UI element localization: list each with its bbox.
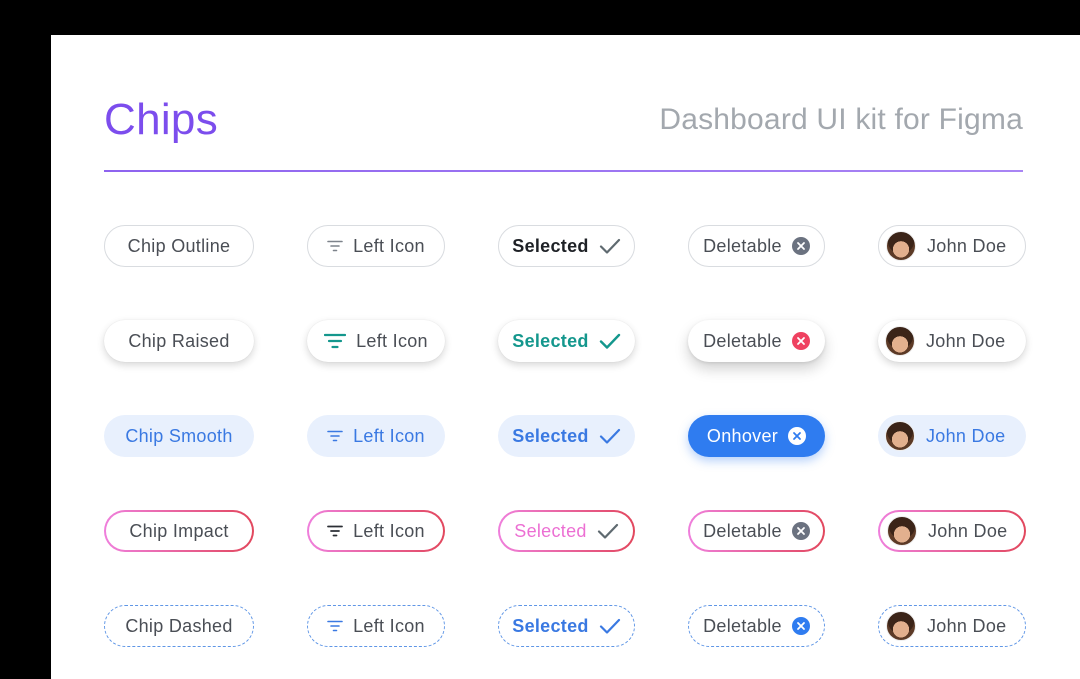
chip-deletable-outline[interactable]: Deletable — [688, 225, 825, 267]
chip-deletable-dashed[interactable]: Deletable — [688, 605, 825, 647]
chip-user-raised[interactable]: John Doe — [878, 320, 1026, 362]
check-icon — [597, 523, 618, 539]
chip-user-impact[interactable]: John Doe — [878, 510, 1026, 552]
filter-icon — [327, 525, 344, 537]
chip-label: Chip Impact — [129, 521, 229, 541]
chip-label: Chip Dashed — [125, 616, 233, 636]
chip-deletable-raised[interactable]: Deletable — [688, 320, 825, 362]
page-subtitle: Dashboard UI kit for Figma — [659, 103, 1023, 136]
chip-label: Selected — [514, 521, 587, 541]
chip-deletable-impact[interactable]: Deletable — [688, 510, 825, 552]
filter-icon — [327, 430, 343, 442]
chip-label: Deletable — [703, 616, 782, 636]
chip-label: Left Icon — [356, 331, 428, 351]
chip-left-icon-outline[interactable]: Left Icon — [307, 225, 445, 267]
chip-label: Deletable — [703, 331, 782, 351]
avatar — [885, 421, 915, 451]
header-divider — [104, 170, 1023, 172]
close-circle-icon[interactable] — [791, 522, 810, 540]
chip-label: Selected — [512, 236, 589, 256]
filter-icon — [327, 620, 343, 632]
chip-label: Left Icon — [353, 236, 425, 256]
check-icon — [599, 238, 620, 254]
chip-deletable-onhover[interactable]: Onhover — [688, 415, 825, 457]
chip-left-icon-impact[interactable]: Left Icon — [307, 510, 445, 552]
chips-sheet: Chips Dashboard UI kit for Figma Chip Ou… — [51, 35, 1080, 679]
chip-label: Deletable — [703, 521, 782, 541]
avatar — [887, 516, 917, 546]
close-circle-icon[interactable] — [788, 427, 807, 445]
chip-left-icon-dashed[interactable]: Left Icon — [307, 605, 445, 647]
chip-label: Left Icon — [353, 521, 425, 541]
chip-left-icon-raised[interactable]: Left Icon — [307, 320, 445, 362]
filter-icon — [324, 333, 347, 349]
chip-label: John Doe — [926, 426, 1006, 446]
avatar — [886, 611, 916, 641]
chip-smooth[interactable]: Chip Smooth — [104, 415, 254, 457]
chip-label: Onhover — [706, 426, 779, 446]
chip-user-outline[interactable]: John Doe — [878, 225, 1026, 267]
check-icon — [599, 618, 620, 634]
close-circle-icon[interactable] — [791, 237, 810, 255]
chip-selected-impact[interactable]: Selected — [498, 510, 635, 552]
page-title: Chips — [104, 95, 218, 144]
chip-label: John Doe — [926, 331, 1006, 351]
chip-selected-outline[interactable]: Selected — [498, 225, 635, 267]
check-icon — [599, 428, 620, 444]
avatar — [886, 231, 916, 261]
chip-raised[interactable]: Chip Raised — [104, 320, 254, 362]
chip-label: Selected — [512, 426, 589, 446]
chip-label: John Doe — [927, 236, 1007, 256]
chip-user-dashed[interactable]: John Doe — [878, 605, 1026, 647]
chip-label: Left Icon — [353, 426, 425, 446]
chip-selected-dashed[interactable]: Selected — [498, 605, 635, 647]
chip-dashed[interactable]: Chip Dashed — [104, 605, 254, 647]
chip-label: Selected — [512, 331, 589, 351]
filter-icon — [327, 240, 343, 252]
chip-selected-smooth[interactable]: Selected — [498, 415, 635, 457]
chip-label: Selected — [512, 616, 589, 636]
chip-label: Chip Raised — [128, 331, 230, 351]
check-icon — [599, 333, 620, 349]
chip-label: Chip Outline — [127, 236, 231, 256]
chip-label: John Doe — [928, 521, 1008, 541]
chip-user-smooth[interactable]: John Doe — [878, 415, 1026, 457]
chip-outline[interactable]: Chip Outline — [104, 225, 254, 267]
chip-label: Deletable — [703, 236, 782, 256]
close-circle-icon[interactable] — [791, 617, 810, 635]
chip-label: Left Icon — [353, 616, 425, 636]
avatar — [885, 326, 915, 356]
chip-left-icon-smooth[interactable]: Left Icon — [307, 415, 445, 457]
chip-label: Chip Smooth — [125, 426, 233, 446]
close-circle-icon[interactable] — [791, 332, 810, 350]
chip-selected-raised[interactable]: Selected — [498, 320, 635, 362]
chip-label: John Doe — [927, 616, 1007, 636]
chip-impact[interactable]: Chip Impact — [104, 510, 254, 552]
